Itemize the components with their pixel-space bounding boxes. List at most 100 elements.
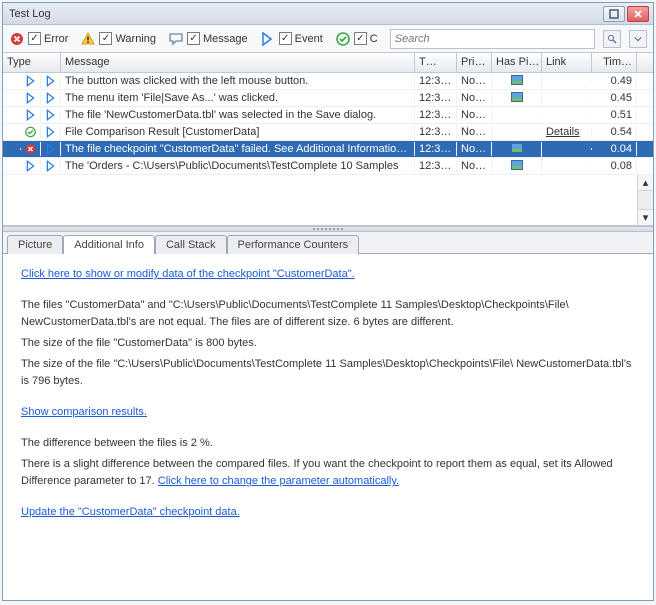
row-pointer-icon [41,74,61,88]
check-icon [335,31,351,47]
scroll-up-icon[interactable]: ▴ [638,175,653,191]
link-show-checkpoint[interactable]: Click here to show or modify data of the… [21,268,355,280]
row-picture [492,91,542,106]
row-time: 12:3… [415,91,457,105]
search-options-button[interactable] [603,30,621,48]
table-row[interactable]: The 'Orders - C:\Users\Public\Documents\… [3,158,653,175]
tree-expand-spacer [3,148,21,150]
row-time: 12:3… [415,74,457,88]
toolbar-menu-button[interactable] [629,30,647,48]
filter-event[interactable]: Event [260,31,323,47]
message-checkbox[interactable] [187,32,200,45]
row-time: 12:3… [415,159,457,173]
tab-picture[interactable]: Picture [7,235,63,254]
grid-body: The button was clicked with the left mou… [3,73,653,175]
table-row[interactable]: The file checkpoint "CustomerData" faile… [3,141,653,158]
row-message: The 'Orders - C:\Users\Public\Documents\… [61,159,415,173]
row-priority: No… [457,125,492,139]
filter-checkpoint[interactable]: C [335,31,378,47]
row-timing: 0.51 [592,108,637,122]
maximize-button[interactable] [603,6,625,22]
col-timing[interactable]: Tim… [592,53,637,72]
tab-performance-counters[interactable]: Performance Counters [227,235,360,254]
table-row[interactable]: File Comparison Result [CustomerData]12:… [3,124,653,141]
tab-call-stack[interactable]: Call Stack [155,235,227,254]
scroll-down-icon[interactable]: ▾ [638,209,653,225]
error-label: Error [44,33,68,45]
table-row[interactable]: The menu item 'File|Save As...' was clic… [3,90,653,107]
message-label: Message [203,33,248,45]
close-button[interactable] [627,6,649,22]
info-text: The size of the file "C:\Users\Public\Do… [21,356,635,390]
row-picture [492,114,542,116]
filter-error[interactable]: Error [9,31,68,47]
info-text: There is a slight difference between the… [21,456,635,490]
row-message: The file checkpoint "CustomerData" faile… [61,142,415,156]
info-text: The size of the file "CustomerData" is 8… [21,335,635,352]
tree-expand-spacer [3,80,21,82]
checkpoint-checkbox[interactable] [354,32,367,45]
warning-checkbox[interactable] [99,32,112,45]
info-text: The difference between the files is 2 %. [21,435,635,452]
row-message: File Comparison Result [CustomerData] [61,125,415,139]
table-row[interactable]: The button was clicked with the left mou… [3,73,653,90]
row-timing: 0.54 [592,125,637,139]
col-link[interactable]: Link [542,53,592,72]
search-box[interactable] [390,29,595,49]
row-priority: No… [457,91,492,105]
event-icon [260,31,276,47]
col-haspicture[interactable]: Has Pi… [492,53,542,72]
warning-label: Warning [115,33,156,45]
tab-additional-info[interactable]: Additional Info [63,235,155,254]
grid-empty-area: ▴ ▾ [3,175,653,225]
tree-expand-spacer [3,165,21,167]
tree-expand-spacer [3,97,21,99]
row-link [542,97,592,99]
filter-warning[interactable]: Warning [80,31,156,47]
row-pointer-icon [41,159,61,173]
row-priority: No… [457,159,492,173]
link-compare[interactable]: Show comparison results. [21,406,147,418]
row-picture [492,142,542,157]
row-link [542,80,592,82]
link-change-param[interactable]: Click here to change the parameter autom… [158,475,399,487]
event-checkbox[interactable] [279,32,292,45]
error-checkbox[interactable] [28,32,41,45]
row-timing: 0.08 [592,159,637,173]
row-type-icon [21,74,41,88]
window-buttons [601,6,649,22]
search-input[interactable] [395,33,590,45]
row-type-icon [21,142,41,156]
error-icon [9,31,25,47]
scroll-track[interactable] [638,191,653,209]
table-row[interactable]: The file 'NewCustomerData.tbl' was selec… [3,107,653,124]
row-type-icon [21,108,41,122]
filter-message[interactable]: Message [168,31,248,47]
row-link [542,148,592,150]
row-priority: No… [457,108,492,122]
row-link [542,165,592,167]
row-type-icon [21,159,41,173]
row-link [542,114,592,116]
row-timing: 0.04 [592,142,637,156]
row-timing: 0.45 [592,91,637,105]
row-priority: No… [457,142,492,156]
warning-icon [80,31,96,47]
row-type-icon [21,91,41,105]
vertical-scrollbar[interactable]: ▴ ▾ [637,175,653,225]
link-update-checkpoint[interactable]: Update the "CustomerData" checkpoint dat… [21,506,240,518]
col-time[interactable]: T… [415,53,457,72]
header-scroll-spacer [637,53,653,72]
col-message[interactable]: Message [61,53,415,72]
additional-info-panel: Click here to show or modify data of the… [3,254,653,600]
titlebar: Test Log [3,3,653,25]
tree-expand-spacer [3,131,21,133]
picture-icon [511,92,523,102]
row-pointer-icon [41,91,61,105]
row-link[interactable]: Details [542,125,592,139]
test-log-window: Test Log Error Warning Message Event [2,2,654,601]
row-message: The file 'NewCustomerData.tbl' was selec… [61,108,415,122]
grid-header[interactable]: Type Message T… Pri… Has Pi… Link Tim… [3,53,653,73]
col-type[interactable]: Type [3,53,61,72]
col-priority[interactable]: Pri… [457,53,492,72]
